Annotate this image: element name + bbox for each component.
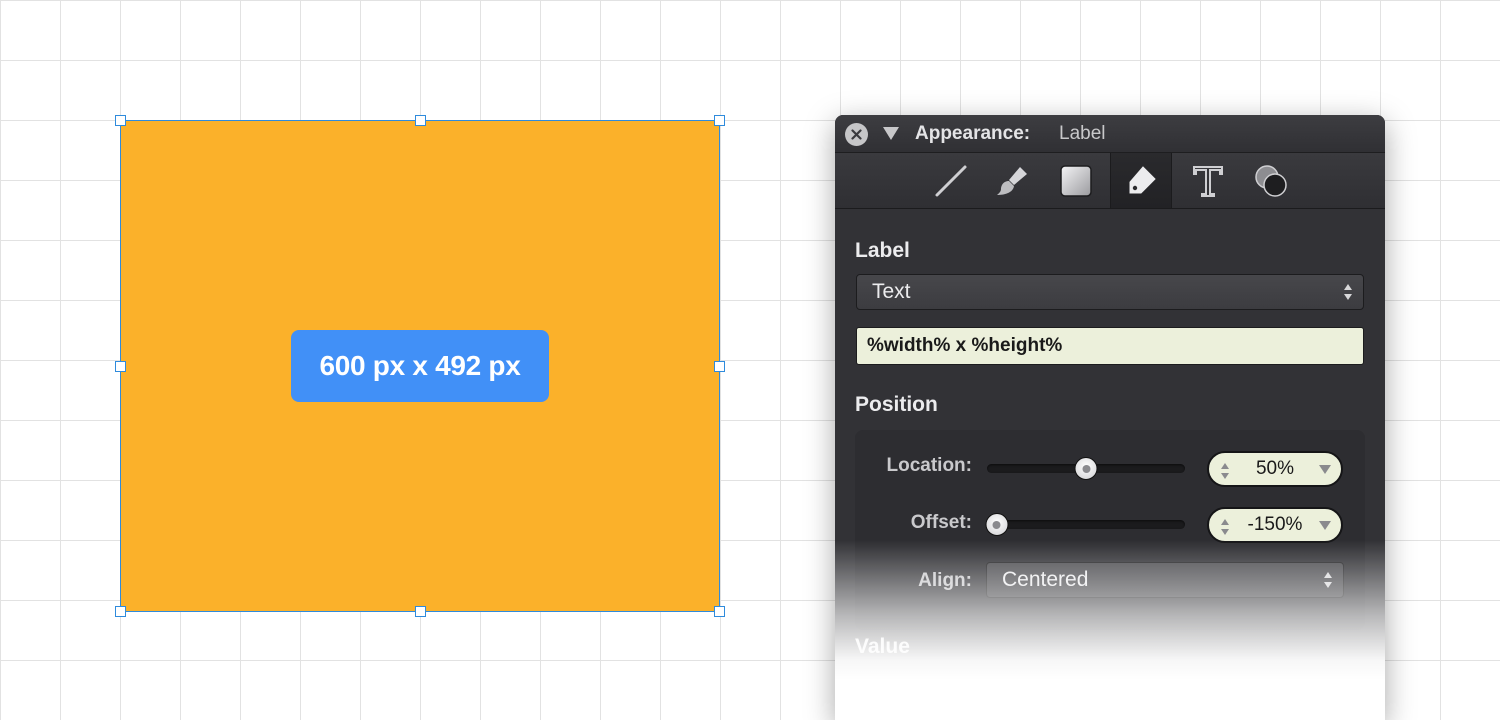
tab-brush[interactable] [982,153,1044,208]
inspector-titlebar: Appearance: Label [835,115,1385,153]
value-section-heading: Value [855,635,910,658]
tab-fill[interactable] [1045,153,1107,208]
inspector-title: Appearance: [915,123,1031,144]
resize-handle-left[interactable] [115,361,126,372]
close-button[interactable] [845,123,868,146]
disclosure-triangle-icon[interactable] [883,127,899,141]
resize-handle-top-right[interactable] [714,115,725,126]
location-value[interactable]: 50% [1237,453,1313,485]
stepper-arrows-icon[interactable] [1220,461,1230,481]
label-type-value: Text [872,280,911,303]
chevron-down-icon[interactable] [1319,521,1331,530]
tab-text[interactable] [1177,153,1239,208]
label-tag-icon [1129,165,1156,193]
resize-handle-top-left[interactable] [115,115,126,126]
align-value: Centered [1002,568,1089,591]
offset-label: Offset: [910,512,972,533]
select-arrows-icon [1344,284,1352,300]
stepper-arrows-icon[interactable] [1220,517,1230,537]
select-arrows-icon [1324,572,1332,588]
close-icon [851,129,862,140]
text-icon [1193,165,1223,197]
selected-shape[interactable]: 600 px x 492 px [115,115,725,617]
location-slider-knob[interactable] [1074,457,1098,480]
inspector-subtitle: Label [1059,123,1106,144]
tab-line[interactable] [920,153,982,208]
label-text-input[interactable]: %width% x %height% [856,327,1364,365]
fill-square-icon [1060,164,1092,197]
inspector-toolbar [835,153,1385,209]
resize-handle-bottom-right[interactable] [714,606,725,617]
location-slider[interactable] [987,457,1185,480]
offset-value[interactable]: -150% [1237,509,1313,541]
align-label: Align: [918,570,972,591]
chevron-down-icon[interactable] [1319,465,1331,474]
shadow-circles-icon [1255,164,1287,197]
resize-handle-bottom[interactable] [415,606,426,617]
location-label: Location: [886,455,973,476]
appearance-inspector-panel: Appearance: Label Label Text %width% x %… [835,115,1385,720]
label-type-select[interactable]: Text [856,274,1364,310]
offset-stepper[interactable]: -150% [1207,507,1343,543]
brush-icon [997,166,1027,195]
label-section-heading: Label [855,239,910,262]
shape-dimension-label: 600 px x 492 px [291,330,549,402]
label-text-value: %width% x %height% [867,335,1063,356]
offset-slider[interactable] [985,513,1185,536]
tab-label[interactable] [1110,153,1172,208]
line-icon [935,165,967,196]
resize-handle-top[interactable] [415,115,426,126]
position-section-heading: Position [855,393,938,416]
resize-handle-right[interactable] [714,361,725,372]
tab-shadow[interactable] [1240,153,1302,208]
location-stepper[interactable]: 50% [1207,451,1343,487]
offset-slider-knob[interactable] [985,513,1009,536]
resize-handle-bottom-left[interactable] [115,606,126,617]
align-select[interactable]: Centered [986,562,1344,598]
